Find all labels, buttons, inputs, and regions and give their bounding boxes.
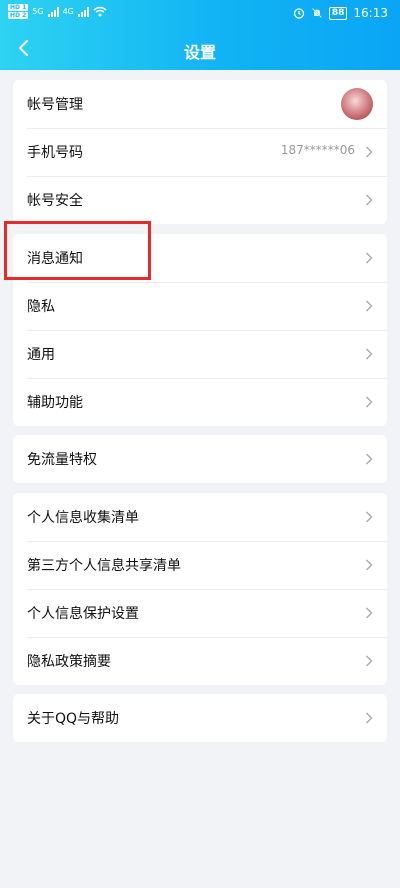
personal-info-protection-item[interactable]: 个人信息保护设置 — [13, 589, 387, 637]
hd-badge-1: HD 1 — [8, 4, 29, 11]
chevron-right-icon — [366, 194, 373, 206]
clock: 16:13 — [353, 6, 388, 20]
general-item[interactable]: 通用 — [13, 330, 387, 378]
account-security-item[interactable]: 帐号安全 — [13, 176, 387, 224]
signal-bars-icon — [47, 6, 59, 17]
general-label: 通用 — [27, 347, 55, 363]
settings-group-account: 帐号管理 手机号码 187******06 帐号安全 — [13, 80, 387, 224]
mute-bell-icon — [311, 8, 322, 18]
phone-number-value: 187******06 — [280, 143, 355, 157]
accessibility-item[interactable]: 辅助功能 — [13, 378, 387, 426]
network-label-2: 4G — [62, 7, 74, 16]
personal-info-collection-item[interactable]: 个人信息收集清单 — [13, 493, 387, 541]
chevron-right-icon — [366, 607, 373, 619]
avatar — [341, 88, 373, 120]
settings-group-about: 关于QQ与帮助 — [13, 694, 387, 742]
phone-number-label: 手机号码 — [27, 145, 83, 161]
highlight-box — [4, 221, 151, 280]
chevron-right-icon — [366, 300, 373, 312]
personal-info-protection-label: 个人信息保护设置 — [27, 606, 139, 622]
hd-badges: HD 1 HD 2 — [8, 4, 29, 19]
app-header: HD 1 HD 2 5G 4G 88 16:13 设置 — [0, 0, 400, 70]
free-data-privilege-label: 免流量特权 — [27, 452, 97, 468]
phone-number-item[interactable]: 手机号码 187******06 — [13, 128, 387, 176]
chevron-right-icon — [366, 559, 373, 571]
privacy-item[interactable]: 隐私 — [13, 282, 387, 330]
settings-group-free-data: 免流量特权 — [13, 435, 387, 483]
settings-group-personal-info: 个人信息收集清单 第三方个人信息共享清单 个人信息保护设置 隐私政策摘要 — [13, 493, 387, 685]
hd-badge-2: HD 2 — [8, 12, 29, 19]
chevron-right-icon — [366, 348, 373, 360]
about-qq-help-label: 关于QQ与帮助 — [27, 711, 120, 727]
free-data-privilege-item[interactable]: 免流量特权 — [13, 435, 387, 483]
network-label-1: 5G — [32, 7, 44, 16]
wifi-icon — [93, 6, 107, 17]
chevron-right-icon — [366, 655, 373, 667]
personal-info-collection-label: 个人信息收集清单 — [27, 510, 139, 526]
chevron-right-icon — [366, 712, 373, 724]
chevron-right-icon — [366, 146, 373, 158]
chevron-right-icon — [366, 252, 373, 264]
accessibility-label: 辅助功能 — [27, 395, 83, 411]
page-title: 设置 — [183, 43, 216, 62]
account-security-label: 帐号安全 — [27, 193, 83, 209]
chevron-right-icon — [366, 511, 373, 523]
privacy-policy-summary-label: 隐私政策摘要 — [27, 654, 111, 670]
signal-bars-2-icon — [77, 6, 89, 17]
third-party-sharing-label: 第三方个人信息共享清单 — [27, 558, 181, 574]
about-qq-help-item[interactable]: 关于QQ与帮助 — [13, 694, 387, 742]
nav-bar: 设置 — [0, 30, 400, 68]
privacy-policy-summary-item[interactable]: 隐私政策摘要 — [13, 637, 387, 685]
chevron-right-icon — [366, 453, 373, 465]
third-party-sharing-item[interactable]: 第三方个人信息共享清单 — [13, 541, 387, 589]
alarm-icon — [293, 8, 305, 19]
account-management-label: 帐号管理 — [27, 97, 83, 113]
chevron-right-icon — [366, 396, 373, 408]
status-bar: HD 1 HD 2 5G 4G 88 16:13 — [0, 0, 400, 28]
privacy-label: 隐私 — [27, 299, 55, 315]
status-right: 88 16:13 — [293, 6, 388, 20]
status-left: HD 1 HD 2 5G 4G — [8, 4, 107, 19]
account-management-item[interactable]: 帐号管理 — [13, 80, 387, 128]
battery-icon: 88 — [328, 6, 348, 20]
